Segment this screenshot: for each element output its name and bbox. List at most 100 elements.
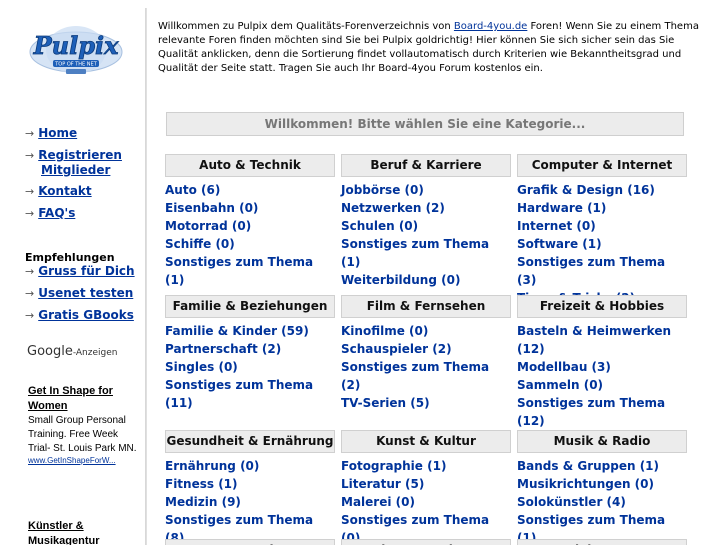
category-header[interactable]: Gesundheit & Ernährung [165,430,335,453]
subcategory-link[interactable]: Literatur (5) [341,477,424,491]
subcategory-item: Kinofilme (0) [341,322,511,340]
category-block: Familie & Beziehungen Familie & Kinder (5… [165,295,335,412]
subcategory-link[interactable]: Fotographie (1) [341,459,446,473]
subcategory-list: Bands & Gruppen (1) Musikrichtungen (0) So… [517,457,687,545]
subcategory-item: Sonstiges zum Thema (3) [517,253,687,289]
category-header[interactable]: Film & Fernsehen [341,295,511,318]
subcategory-item: Literatur (5) [341,475,511,493]
category-header[interactable]: Spiele & RPG [517,539,687,545]
subcategory-item: Sammeln (0) [517,376,687,394]
subcategory-item: Malerei (0) [341,493,511,511]
category-header[interactable]: Familie & Beziehungen [165,295,335,318]
subcategory-link[interactable]: Fitness (1) [165,477,238,491]
rec-usenet-link[interactable]: Usenet testen [38,286,133,300]
ad-url[interactable]: www.GetInShapeForW... [28,456,140,465]
subcategory-link[interactable]: Sammeln (0) [517,378,603,392]
subcategory-item: TV-Serien (5) [341,394,511,412]
category-header[interactable]: Freizeit & Hobbies [517,295,687,318]
subcategory-item: Musikrichtungen (0) [517,475,687,493]
ad-block[interactable]: Künstler & Musikagentur [28,519,140,545]
subcategory-link[interactable]: Sonstiges zum Thema (11) [165,378,313,410]
subcategory-link[interactable]: Sonstiges zum Thema (1) [165,255,313,287]
subcategory-link[interactable]: Internet (0) [517,219,596,233]
subcategory-link[interactable]: Schiffe (0) [165,237,235,251]
subcategory-link[interactable]: Software (1) [517,237,602,251]
category-header[interactable]: Kunst & Kultur [341,430,511,453]
rec-gbooks[interactable]: → Gratis GBooks [25,308,134,322]
rec-gruss[interactable]: → Gruss für Dich [25,264,135,278]
subcategory-link[interactable]: Musikrichtungen (0) [517,477,654,491]
subcategory-item: Singles (0) [165,358,335,376]
nav-registrieren-link[interactable]: Registrieren [38,148,122,162]
subcategory-link[interactable]: Partnerschaft (2) [165,342,281,356]
subcategory-link[interactable]: Sonstiges zum Thema (12) [517,396,665,428]
subcategory-link[interactable]: Weiterbildung (0) [341,273,460,287]
subcategory-list: Ernährung (0) Fitness (1) Medizin (9) Sonst… [165,457,335,545]
category-header[interactable]: Computer & Internet [517,154,687,177]
recommendations-title: Empfehlungen [25,251,115,264]
google-wordmark: Google [27,344,73,359]
rec-usenet[interactable]: → Usenet testen [25,286,133,300]
subcategory-item: Auto (6) [165,181,335,199]
nav-home-link[interactable]: Home [38,126,77,140]
subcategory-link[interactable]: Grafik & Design (16) [517,183,655,197]
subcategory-link[interactable]: Sonstiges zum Thema (3) [517,255,665,287]
pulpix-logo-graphic: Pulpix TOP OF THE NET [29,26,123,74]
ad-title[interactable]: Künstler & Musikagentur [28,519,140,545]
subcategory-link[interactable]: Malerei (0) [341,495,415,509]
main-content: Willkommen zu Pulpix dem Qualitäts-Foren… [146,8,727,545]
category-header[interactable]: Beruf & Karriere [341,154,511,177]
category-header[interactable]: Musik & Radio [517,430,687,453]
subcategory-item: Basteln & Heimwerken (12) [517,322,687,358]
subcategory-link[interactable]: Eisenbahn (0) [165,201,258,215]
subcategory-link[interactable]: Kinofilme (0) [341,324,428,338]
subcategory-link[interactable]: Basteln & Heimwerken (12) [517,324,671,356]
arrow-icon: → [25,149,35,162]
subcategory-link[interactable]: Schulen (0) [341,219,418,233]
nav-kontakt[interactable]: → Kontakt [25,184,92,198]
subcategory-item: Fotographie (1) [341,457,511,475]
subcategory-item: Weiterbildung (0) [341,271,511,289]
subcategory-link[interactable]: Schauspieler (2) [341,342,452,356]
subcategory-link[interactable]: Modellbau (3) [517,360,611,374]
nav-faq[interactable]: → FAQ's [25,206,75,220]
subcategory-item: Sonstiges zum Thema (11) [165,376,335,412]
logo-text: Pulpix [33,31,120,60]
subcategory-item: Sonstiges zum Thema (2) [341,358,511,394]
arrow-icon: → [25,127,35,140]
category-header[interactable]: Natur & Tiere [165,539,335,545]
subcategory-link[interactable]: Solokünstler (4) [517,495,626,509]
board-4you-link[interactable]: Board-4you.de [454,21,527,32]
subcategory-link[interactable]: Singles (0) [165,360,238,374]
pulpix-logo[interactable]: Pulpix TOP OF THE NET [26,14,126,80]
subcategory-list: Auto (6) Eisenbahn (0) Motorrad (0) Schiffe… [165,181,335,289]
ad-block[interactable]: Get In Shape for Women Small Group Perso… [28,384,140,465]
subcategory-link[interactable]: Ernährung (0) [165,459,259,473]
subcategory-link[interactable]: Sonstiges zum Thema (1) [341,237,489,269]
nav-registrieren[interactable]: → Registrieren [25,148,122,162]
subcategory-link[interactable]: Sonstiges zum Thema (2) [341,360,489,392]
category-header[interactable]: Auto & Technik [165,154,335,177]
nav-mitglieder-link[interactable]: Mitglieder [41,163,110,177]
subcategory-link[interactable]: Medizin (9) [165,495,241,509]
nav-faq-link[interactable]: FAQ's [38,206,75,220]
ad-title[interactable]: Get In Shape for Women [28,384,140,414]
subcategory-link[interactable]: Netzwerken (2) [341,201,445,215]
subcategory-list: Kinofilme (0) Schauspieler (2) Sonstiges z… [341,322,511,412]
nav-mitglieder[interactable]: Mitglieder [41,163,110,177]
nav-home[interactable]: → Home [25,126,77,140]
subcategory-link[interactable]: Jobbörse (0) [341,183,424,197]
rec-gbooks-link[interactable]: Gratis GBooks [38,308,134,322]
nav-kontakt-link[interactable]: Kontakt [38,184,91,198]
subcategory-link[interactable]: Bands & Gruppen (1) [517,459,659,473]
subcategory-item: Software (1) [517,235,687,253]
rec-gruss-link[interactable]: Gruss für Dich [38,264,134,278]
category-header[interactable]: Reise & Tourismus [341,539,511,545]
subcategory-link[interactable]: Motorrad (0) [165,219,251,233]
subcategory-link[interactable]: Auto (6) [165,183,220,197]
subcategory-link[interactable]: TV-Serien (5) [341,396,430,410]
ads-suffix: -Anzeigen [72,348,118,358]
subcategory-link[interactable]: Familie & Kinder (59) [165,324,309,338]
subcategory-link[interactable]: Hardware (1) [517,201,606,215]
subcategory-item: Modellbau (3) [517,358,687,376]
